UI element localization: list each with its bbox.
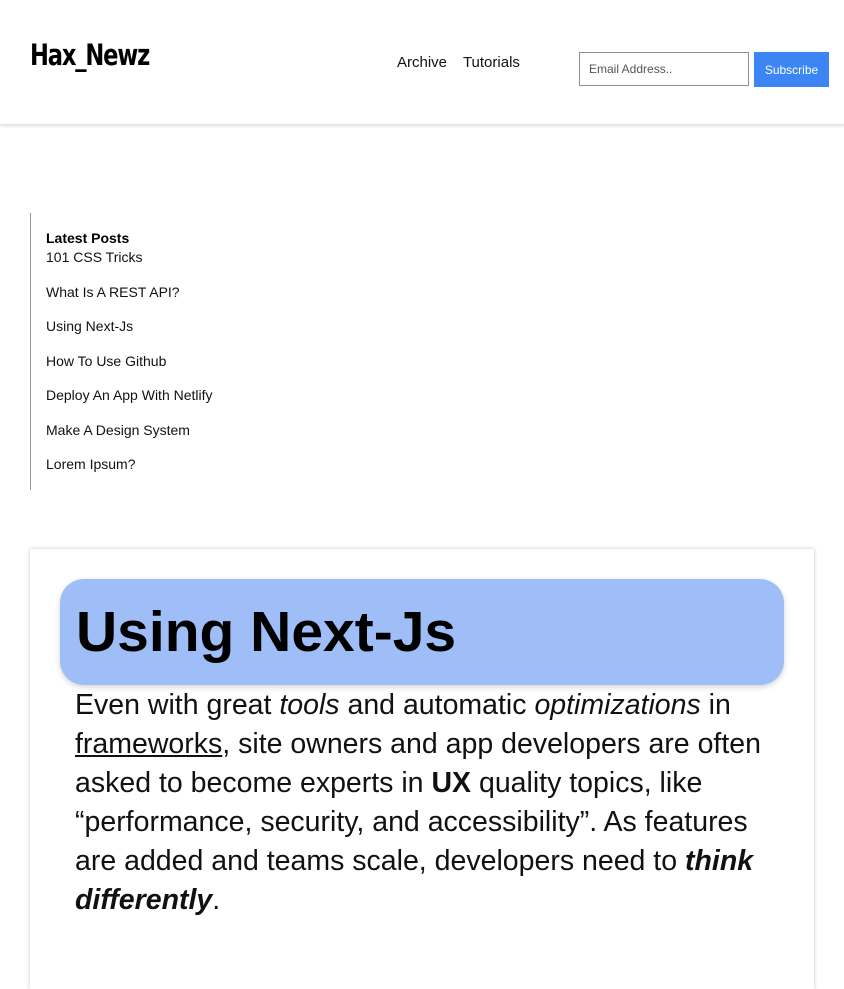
- latest-posts-sidebar: Latest Posts 101 CSS Tricks What Is A RE…: [30, 213, 261, 490]
- list-item: What Is A REST API?: [46, 283, 213, 318]
- sidebar-title: Latest Posts: [46, 230, 130, 246]
- list-item: Using Next-Js: [46, 317, 213, 352]
- list-item: Make A Design System: [46, 421, 213, 456]
- post-link-design-system[interactable]: Make A Design System: [46, 422, 190, 438]
- post-link-netlify[interactable]: Deploy An App With Netlify: [46, 387, 213, 403]
- list-item: 101 CSS Tricks: [46, 248, 213, 283]
- list-item: How To Use Github: [46, 352, 213, 387]
- body-text: in: [700, 689, 731, 721]
- post-body: Even with great tools and automatic opti…: [75, 686, 775, 920]
- body-emphasis-optimizations: optimizations: [534, 689, 701, 721]
- post-title: Using Next-Js: [76, 600, 457, 664]
- body-underlined-frameworks: frameworks: [75, 728, 223, 760]
- body-text: and automatic: [339, 689, 535, 721]
- list-item: Lorem Ipsum?: [46, 455, 213, 490]
- post-title-banner: Using Next-Js: [60, 579, 784, 685]
- post-link-css-tricks[interactable]: 101 CSS Tricks: [46, 249, 142, 265]
- post-link-next-js[interactable]: Using Next-Js: [46, 318, 133, 334]
- latest-posts-list: 101 CSS Tricks What Is A REST API? Using…: [46, 248, 213, 490]
- site-logo[interactable]: Hax_Newz: [30, 38, 150, 72]
- email-input[interactable]: [579, 52, 749, 86]
- body-bold-ux: UX: [431, 767, 472, 799]
- subscribe-button[interactable]: Subscribe: [754, 52, 829, 87]
- list-item: Deploy An App With Netlify: [46, 386, 213, 421]
- post-card: Using Next-Js Even with great tools and …: [30, 549, 814, 989]
- post-link-lorem-ipsum[interactable]: Lorem Ipsum?: [46, 456, 135, 472]
- post-link-rest-api[interactable]: What Is A REST API?: [46, 284, 180, 300]
- nav-link-archive[interactable]: Archive: [397, 54, 447, 71]
- body-emphasis-tools: tools: [279, 689, 340, 721]
- body-text: Even with great: [75, 689, 280, 721]
- post-link-github[interactable]: How To Use Github: [46, 353, 166, 369]
- site-header: Hax_Newz Archive Tutorials Subscribe: [0, 0, 844, 125]
- nav-link-tutorials[interactable]: Tutorials: [463, 54, 520, 71]
- body-text: .: [212, 884, 221, 916]
- main-nav: Archive Tutorials: [397, 54, 532, 71]
